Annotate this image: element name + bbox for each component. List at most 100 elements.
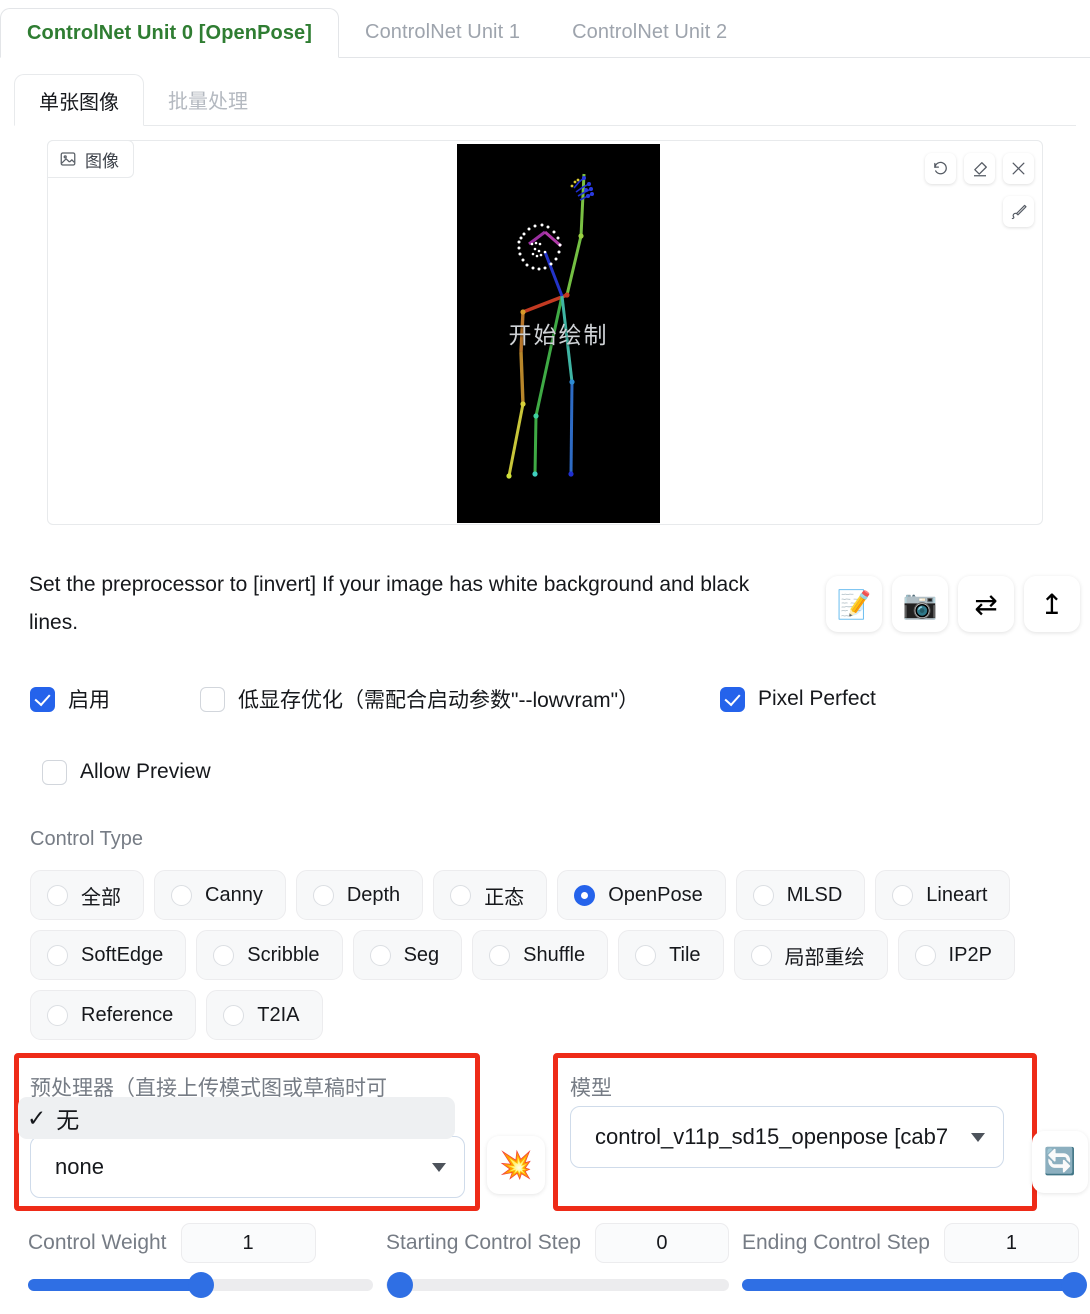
control-type-canny[interactable]: Canny: [154, 870, 286, 920]
preprocessor-value: none: [55, 1154, 104, 1179]
slider-starting-control-step-value[interactable]: 0: [594, 1223, 729, 1263]
radio-icon[interactable]: [47, 884, 68, 906]
model-dropdown[interactable]: control_v11p_sd15_openpose [cab7: [570, 1106, 1004, 1168]
control-type-tile[interactable]: Tile: [618, 930, 724, 980]
tab-controlnet-unit-1[interactable]: ControlNet Unit 1: [339, 8, 546, 57]
tab-single-image[interactable]: 单张图像: [14, 74, 144, 126]
radio-icon[interactable]: [312, 884, 334, 906]
radio-icon[interactable]: [171, 884, 192, 906]
controlnet-panel: ControlNet Unit 0 [OpenPose] ControlNet …: [0, 0, 1090, 1314]
model-value: control_v11p_sd15_openpose [cab7: [595, 1124, 949, 1149]
checkbox-allow-preview-label: Allow Preview: [80, 760, 211, 783]
checkbox-allow-preview-box[interactable]: [42, 759, 67, 785]
slider-ending-control-step-head: Ending Control Step 1: [742, 1222, 1084, 1264]
control-type-lineart[interactable]: Lineart: [875, 870, 1011, 920]
control-type-reference-label: Reference: [81, 1003, 174, 1026]
slider-starting-control-step-head: Starting Control Step 0: [386, 1222, 729, 1264]
preprocessor-option-none[interactable]: ✓ 无: [18, 1097, 455, 1139]
checkbox-enable-box[interactable]: [30, 686, 55, 712]
slider-ending-control-step-value[interactable]: 1: [943, 1223, 1079, 1263]
checkbox-pixel-perfect[interactable]: Pixel Perfect: [720, 686, 876, 712]
edit-memo-button[interactable]: 📝: [826, 576, 882, 632]
control-type-inpaint-label: 局部重绘: [784, 946, 865, 969]
control-type-depth[interactable]: Depth: [295, 870, 424, 920]
control-type-openpose[interactable]: OpenPose: [557, 870, 726, 920]
brush-icon[interactable]: [1003, 196, 1034, 227]
close-icon[interactable]: [1003, 153, 1034, 184]
control-type-normal-label: 正态: [484, 886, 525, 909]
undo-icon[interactable]: [925, 153, 956, 184]
slider-starting-control-step-thumb[interactable]: [386, 1272, 413, 1298]
control-type-seg[interactable]: Seg: [352, 930, 463, 980]
control-type-t2ia[interactable]: T2IA: [206, 990, 323, 1040]
radio-icon[interactable]: [914, 944, 936, 966]
slider-ending-control-step-label: Ending Control Step: [742, 1231, 930, 1254]
image-panel-chip: 图像: [47, 140, 134, 178]
control-type-options: 全部 Canny Depth 正态 OpenPose MLSD Lineart …: [30, 870, 1065, 1050]
control-type-ip2p[interactable]: IP2P: [897, 930, 1015, 980]
radio-icon[interactable]: [635, 944, 657, 966]
control-type-scribble[interactable]: Scribble: [196, 930, 343, 980]
slider-area: Control Weight 1 Starting Control Step 0…: [0, 1222, 1090, 1314]
slider-control-weight-track[interactable]: [28, 1272, 373, 1298]
control-type-all[interactable]: 全部: [30, 870, 144, 920]
control-type-seg-label: Seg: [403, 943, 440, 966]
slider-ending-control-step-thumb[interactable]: [1060, 1272, 1087, 1298]
camera-button[interactable]: 📷: [892, 576, 948, 632]
preprocessor-dropdown[interactable]: none: [30, 1136, 465, 1198]
slider-control-weight-thumb[interactable]: [187, 1272, 214, 1298]
chevron-down-icon[interactable]: [971, 1132, 985, 1142]
refresh-button[interactable]: 🔄: [1032, 1131, 1088, 1193]
slider-starting-control-step: Starting Control Step 0: [386, 1222, 729, 1298]
upload-button[interactable]: ↥: [1024, 576, 1080, 632]
control-type-row-1: 全部 Canny Depth 正态 OpenPose MLSD Lineart: [30, 870, 1065, 920]
control-type-softedge[interactable]: SoftEdge: [30, 930, 187, 980]
slider-ending-control-step-fill: [742, 1279, 1084, 1291]
options-checkbox-area: 启用 低显存优化（需配合启动参数"--lowvram"） Pixel Perfe…: [30, 684, 1070, 787]
control-type-normal[interactable]: 正态: [433, 870, 548, 920]
burst-button[interactable]: 💥: [487, 1136, 545, 1194]
tab-controlnet-unit-0[interactable]: ControlNet Unit 0 [OpenPose]: [0, 8, 340, 58]
control-type-row-3: Reference T2IA: [30, 990, 1065, 1040]
radio-icon[interactable]: [450, 884, 472, 906]
radio-icon[interactable]: [489, 944, 511, 966]
control-type-shuffle-label: Shuffle: [523, 943, 586, 966]
checkbox-lowvram[interactable]: 低显存优化（需配合启动参数"--lowvram"）: [200, 684, 720, 714]
control-type-row-2: SoftEdge Scribble Seg Shuffle Tile 局部重绘: [30, 930, 1065, 980]
image-drop-panel[interactable]: 图像 开始绘制: [47, 140, 1043, 525]
control-type-label: Control Type: [30, 828, 144, 850]
checkbox-enable[interactable]: 启用: [30, 684, 200, 714]
chevron-down-icon[interactable]: [432, 1162, 446, 1172]
image-tool-group-secondary: [1003, 196, 1034, 227]
control-type-inpaint[interactable]: 局部重绘: [733, 930, 888, 980]
radio-icon[interactable]: [223, 1004, 245, 1026]
slider-control-weight-label: Control Weight: [28, 1231, 167, 1254]
control-type-openpose-label: OpenPose: [608, 883, 703, 906]
checkbox-row-1: 启用 低显存优化（需配合启动参数"--lowvram"） Pixel Perfe…: [30, 684, 1070, 714]
tab-controlnet-unit-2[interactable]: ControlNet Unit 2: [546, 8, 753, 57]
pose-preview-canvas[interactable]: 开始绘制: [457, 144, 660, 523]
control-type-shuffle[interactable]: Shuffle: [472, 930, 609, 980]
radio-icon[interactable]: [892, 884, 914, 906]
radio-icon[interactable]: [752, 884, 774, 906]
radio-icon[interactable]: [574, 884, 596, 906]
slider-starting-control-step-track[interactable]: [386, 1272, 729, 1298]
eraser-icon[interactable]: [964, 153, 995, 184]
radio-icon[interactable]: [369, 944, 391, 966]
slider-control-weight-value[interactable]: 1: [180, 1223, 316, 1263]
radio-icon[interactable]: [47, 1004, 68, 1026]
radio-icon[interactable]: [213, 944, 235, 966]
checkbox-row-2: Allow Preview: [30, 757, 1070, 787]
checkbox-pixel-perfect-box[interactable]: [720, 686, 745, 712]
control-type-mlsd-label: MLSD: [786, 883, 843, 906]
checkbox-allow-preview[interactable]: Allow Preview: [30, 759, 211, 785]
slider-ending-control-step-track[interactable]: [742, 1272, 1087, 1298]
control-type-mlsd[interactable]: MLSD: [735, 870, 866, 920]
radio-icon[interactable]: [750, 944, 772, 966]
checkbox-lowvram-box[interactable]: [200, 686, 225, 712]
swap-button[interactable]: ⇄: [958, 576, 1014, 632]
radio-icon[interactable]: [47, 944, 68, 966]
tab-batch-process[interactable]: 批量处理: [144, 74, 272, 125]
control-type-reference[interactable]: Reference: [30, 990, 197, 1040]
slider-control-weight-fill: [28, 1279, 201, 1291]
